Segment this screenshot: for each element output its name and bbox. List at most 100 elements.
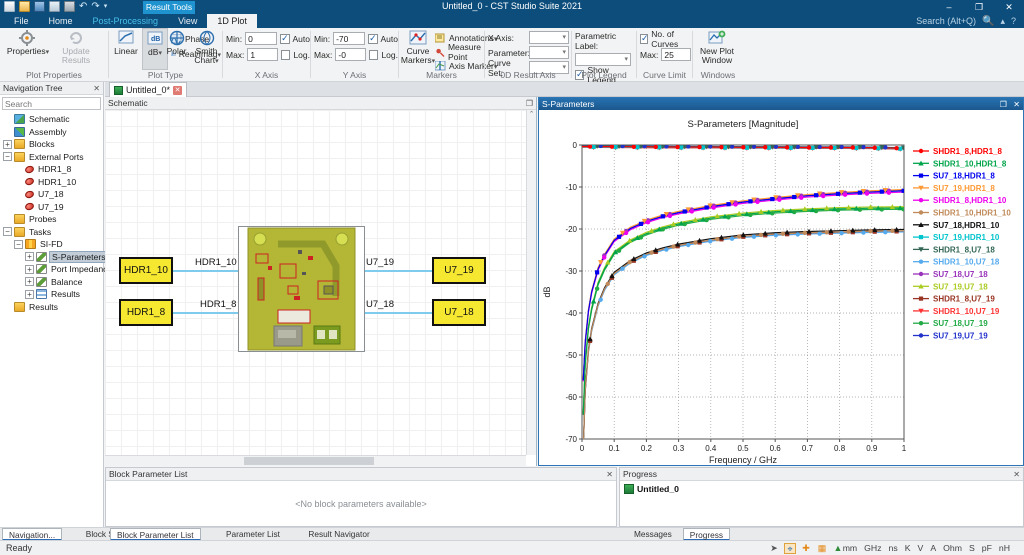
- unit-s[interactable]: S: [969, 543, 975, 553]
- pcb-block-image[interactable]: [238, 226, 365, 352]
- panel-close-icon[interactable]: ✕: [1013, 100, 1020, 109]
- port-block-hdr1-8[interactable]: HDR1_8: [119, 299, 173, 326]
- parametric-label-dropdown[interactable]: [575, 53, 631, 66]
- wire-hdr1-8[interactable]: [173, 312, 238, 314]
- zoom-tool-icon[interactable]: ⌖: [784, 543, 796, 554]
- unit-ohm[interactable]: Ohm: [943, 543, 962, 553]
- scrollbar-thumb[interactable]: [244, 457, 375, 465]
- schematic-horizontal-scrollbar[interactable]: [105, 455, 526, 466]
- unit-v[interactable]: V: [918, 543, 924, 553]
- tree-item-si-fd[interactable]: −SI-FD: [0, 238, 103, 251]
- 0d-parameter-dropdown[interactable]: [529, 46, 569, 59]
- cursor-tool-icon[interactable]: ➤: [768, 543, 780, 554]
- x-log-checkbox[interactable]: [281, 50, 290, 60]
- tree-item-balance[interactable]: +Balance: [0, 276, 103, 289]
- wire-hdr1-10[interactable]: [173, 270, 238, 272]
- port-block-hdr1-10[interactable]: HDR1_10: [119, 257, 173, 284]
- document-close-icon[interactable]: ✕: [173, 86, 182, 95]
- y-log-checkbox[interactable]: [369, 50, 378, 60]
- tree-item-tasks[interactable]: −Tasks: [0, 226, 103, 239]
- unit-ghz[interactable]: GHz: [864, 543, 881, 553]
- schematic-canvas[interactable]: HDR1_10 HDR1_8 U7_19 U7_18 HDR1_10 HDR1_…: [105, 110, 526, 455]
- svg-text:0.9: 0.9: [866, 444, 878, 453]
- curve-markers-button[interactable]: Curve Markers: [401, 28, 435, 70]
- update-results-button[interactable]: Update Results: [52, 28, 100, 70]
- unit-nh[interactable]: nH: [999, 543, 1010, 553]
- max-curves-input[interactable]: 25: [661, 48, 691, 61]
- wire-label-u7-18: U7_18: [366, 299, 394, 310]
- tree-item-results[interactable]: +Results: [0, 288, 103, 301]
- tree-expander-icon[interactable]: +: [3, 140, 12, 149]
- tree-item-u7-18[interactable]: U7_18: [0, 188, 103, 201]
- port-block-u7-19[interactable]: U7_19: [432, 257, 486, 284]
- tab-home[interactable]: Home: [39, 14, 83, 28]
- x-min-input[interactable]: 0: [245, 32, 277, 45]
- maximize-button[interactable]: ❐: [964, 0, 994, 14]
- panel-maximize-icon[interactable]: ❐: [1000, 100, 1007, 109]
- tree-expander-icon[interactable]: +: [25, 265, 34, 274]
- x-max-input[interactable]: 1: [247, 48, 278, 61]
- tab-file[interactable]: File: [4, 14, 39, 28]
- wire-u7-18[interactable]: [365, 312, 432, 314]
- tree-expander-icon[interactable]: +: [25, 277, 34, 286]
- nav-close-icon[interactable]: ✕: [93, 84, 100, 93]
- tree-item-results[interactable]: Results: [0, 301, 103, 314]
- tree-item-external-ports[interactable]: −External Ports: [0, 151, 103, 164]
- s-parameters-chart[interactable]: S-Parameters [Magnitude]00.10.20.30.40.5…: [539, 110, 1023, 465]
- minimize-button[interactable]: –: [934, 0, 964, 14]
- close-button[interactable]: ✕: [994, 0, 1024, 14]
- tree-item-schematic[interactable]: Schematic: [0, 113, 103, 126]
- tree-item-u7-19[interactable]: U7_19: [0, 201, 103, 214]
- tab-post-processing[interactable]: Post-Processing: [83, 14, 169, 28]
- schematic-maximize-icon[interactable]: ❐: [526, 99, 533, 108]
- unit-pf[interactable]: pF: [982, 543, 992, 553]
- tree-item-hdr1-10[interactable]: HDR1_10: [0, 176, 103, 189]
- search-icon[interactable]: 🔍: [982, 16, 994, 27]
- tree-expander-icon[interactable]: −: [14, 240, 23, 249]
- nav-search[interactable]: [2, 97, 101, 110]
- tree-expander-icon[interactable]: −: [3, 152, 12, 161]
- svg-text:dB: dB: [542, 286, 552, 297]
- ribbon-collapse-icon[interactable]: ▴: [1000, 16, 1005, 27]
- document-tab[interactable]: Untitled_0* ✕: [109, 82, 187, 97]
- pan-tool-icon[interactable]: ✚: [800, 543, 812, 554]
- new-plot-window-button[interactable]: New Plot Window: [693, 28, 741, 70]
- tree-item-assembly[interactable]: Assembly: [0, 126, 103, 139]
- y-max-input[interactable]: -0: [335, 48, 366, 61]
- tree-item-s-parameters[interactable]: +S-Parameters: [0, 251, 103, 264]
- svg-text:-50: -50: [565, 351, 577, 360]
- progress-close-icon[interactable]: ✕: [1013, 470, 1020, 479]
- unit-ns[interactable]: ns: [889, 543, 898, 553]
- wire-u7-19[interactable]: [365, 270, 432, 272]
- tree-expander-icon[interactable]: +: [25, 252, 34, 261]
- port-block-u7-18[interactable]: U7_18: [432, 299, 486, 326]
- unit-k[interactable]: K: [905, 543, 911, 553]
- y-min-input[interactable]: -70: [333, 32, 365, 45]
- grid-tool-icon[interactable]: ▦: [816, 543, 828, 554]
- nav-search-input[interactable]: [3, 98, 100, 109]
- tab-view[interactable]: View: [168, 14, 207, 28]
- help-icon[interactable]: ?: [1011, 16, 1016, 26]
- tree-item-blocks[interactable]: +Blocks: [0, 138, 103, 151]
- tree-expander-icon[interactable]: −: [3, 227, 12, 236]
- tree-item-port-impedances[interactable]: +Port Impedances: [0, 263, 103, 276]
- unit-mm[interactable]: mm: [843, 543, 857, 553]
- smith-chart-button[interactable]: Smith Chart: [191, 28, 222, 70]
- tree-expander-icon[interactable]: +: [25, 290, 34, 299]
- tree-item-probes[interactable]: Probes: [0, 213, 103, 226]
- unit-a[interactable]: A: [930, 543, 936, 553]
- search-box[interactable]: Search (Alt+Q) 🔍 ▴ ?: [916, 14, 1016, 28]
- properties-button[interactable]: Properties: [4, 28, 52, 70]
- progress-item[interactable]: Untitled_0: [620, 481, 1023, 497]
- tab-1d-plot[interactable]: 1D Plot: [207, 14, 257, 28]
- no-of-curves-checkbox[interactable]: [640, 34, 648, 44]
- linear-button[interactable]: Linear: [111, 28, 141, 70]
- x-auto-checkbox[interactable]: [280, 34, 289, 44]
- polar-button[interactable]: Polar: [162, 28, 191, 70]
- y-auto-checkbox[interactable]: [368, 34, 377, 44]
- 0d-x-axis-dropdown[interactable]: [529, 31, 569, 44]
- svg-text:0: 0: [580, 444, 585, 453]
- tree-item-hdr1-8[interactable]: HDR1_8: [0, 163, 103, 176]
- bpl-close-icon[interactable]: ✕: [606, 470, 613, 479]
- schematic-vertical-scrollbar[interactable]: ⌃: [526, 110, 536, 455]
